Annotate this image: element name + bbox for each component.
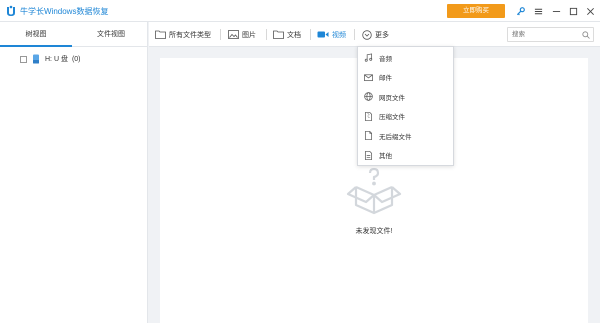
toolbar-divider: [310, 29, 311, 40]
key-icon[interactable]: [512, 3, 528, 19]
tab-tree-view[interactable]: 树视图: [0, 22, 72, 47]
filter-images[interactable]: 图片: [228, 28, 256, 41]
archive-icon: [364, 111, 373, 121]
filter-toolbar: 所有文件类型 图片 文档 视频 更多: [149, 22, 600, 47]
filter-more-label: 更多: [375, 31, 389, 39]
filter-more[interactable]: 更多: [362, 28, 389, 41]
other-file-icon: [364, 150, 373, 160]
menu-item-other[interactable]: 其他: [358, 146, 455, 166]
chevron-circle-icon: [362, 29, 372, 40]
image-icon: [228, 30, 239, 39]
toolbar-divider: [266, 29, 267, 40]
menu-item-audio-label: 音频: [379, 55, 392, 63]
tab-file-view[interactable]: 文件视图: [74, 22, 148, 47]
folder-icon: [155, 30, 166, 39]
filter-all-types-label: 所有文件类型: [169, 31, 211, 39]
buy-now-button[interactable]: 立即购买: [447, 4, 505, 18]
folder-icon: [273, 30, 284, 39]
toolbar-divider: [220, 29, 221, 40]
globe-icon: [364, 92, 373, 101]
left-panel: 树视图 文件视图 H: U 盘 (0): [0, 22, 148, 323]
search-input[interactable]: [508, 28, 578, 41]
toolbar-divider: [354, 29, 355, 40]
menu-item-email-label: 邮件: [379, 75, 392, 83]
video-icon: [317, 31, 329, 38]
minimize-icon[interactable]: [548, 3, 564, 19]
menu-item-other-label: 其他: [379, 153, 392, 161]
mail-icon: [364, 74, 373, 81]
search-box[interactable]: [507, 27, 594, 42]
filter-documents[interactable]: 文档: [273, 28, 301, 41]
filter-videos-label: 视频: [332, 31, 346, 39]
empty-message: 未发现文件!: [355, 228, 393, 235]
drive-checkbox[interactable]: [20, 55, 27, 63]
more-types-menu: 音频 邮件 网页文件 压缩文件 无后缀文件 其他: [357, 46, 454, 166]
menu-item-no-extension[interactable]: 无后缀文件: [358, 126, 455, 146]
menu-item-no-extension-label: 无后缀文件: [379, 133, 412, 141]
music-icon: [364, 53, 373, 62]
menu-icon[interactable]: [530, 3, 546, 19]
app-logo-icon: [7, 5, 15, 16]
close-icon[interactable]: [582, 3, 598, 19]
menu-item-web-files-label: 网页文件: [379, 94, 405, 102]
menu-item-audio[interactable]: 音频: [358, 48, 455, 68]
drive-label: H: U 盘: [45, 56, 68, 63]
file-icon: [364, 131, 373, 141]
filter-videos[interactable]: 视频: [317, 28, 346, 41]
menu-item-email[interactable]: 邮件: [358, 68, 455, 88]
drive-file-count: (0): [71, 55, 81, 63]
filter-images-label: 图片: [242, 31, 256, 39]
usb-drive-icon: [33, 54, 39, 64]
filter-documents-label: 文档: [287, 31, 301, 39]
title-bar: 牛学长Windows数据恢复 立即购买: [0, 0, 600, 22]
app-title: 牛学长Windows数据恢复: [20, 7, 109, 16]
view-tabs: 树视图 文件视图: [0, 22, 148, 47]
menu-item-web-files[interactable]: 网页文件: [358, 87, 455, 107]
tree-item-drive[interactable]: H: U 盘 (0): [20, 53, 81, 65]
search-icon[interactable]: [582, 31, 590, 39]
empty-box-icon: [346, 167, 402, 215]
maximize-icon[interactable]: [565, 3, 581, 19]
menu-item-archives[interactable]: 压缩文件: [358, 107, 455, 127]
filter-all-types[interactable]: 所有文件类型: [155, 28, 211, 41]
menu-item-archives-label: 压缩文件: [379, 114, 405, 122]
